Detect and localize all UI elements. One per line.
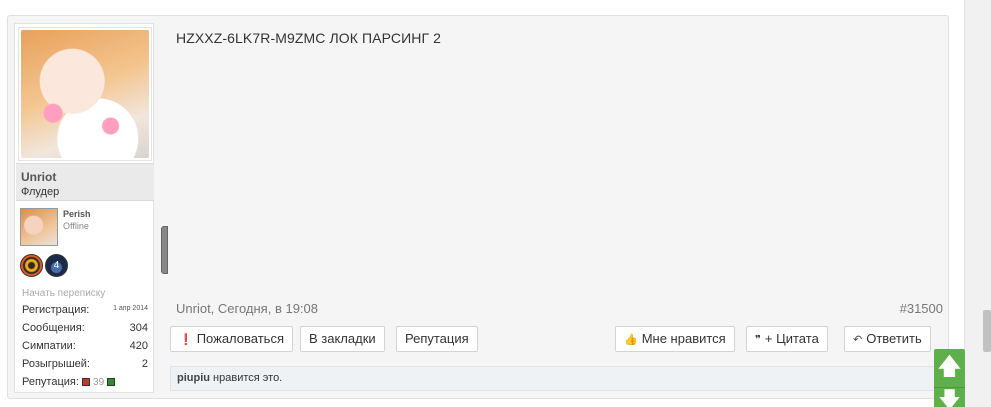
- reputation-value: 39: [93, 377, 105, 388]
- post-author-date[interactable]: Unriot, Сегодня, в 19:08: [176, 301, 318, 316]
- reply-icon: ↶: [853, 334, 863, 346]
- stat-giveaways: Розыгрышей: 2: [22, 358, 148, 376]
- side-panel-toggle[interactable]: [161, 226, 168, 274]
- reputation-label: Репутация: [405, 331, 469, 346]
- stat-likes: Симпатии: 420: [22, 340, 148, 358]
- reputation-plus-icon[interactable]: [107, 378, 116, 387]
- reply-button[interactable]: ↶ Ответить: [844, 326, 931, 352]
- stat-registration: Регистрация: 1 апр 2014: [22, 304, 148, 322]
- reputation-button[interactable]: Репутация: [396, 326, 478, 352]
- thumbs-up-icon: 👍: [624, 334, 638, 346]
- scroll-to-top-icon[interactable]: 🡅: [934, 349, 965, 387]
- scroll-to-bottom-icon[interactable]: 🡇: [934, 387, 965, 407]
- quote-label: + Цитата: [764, 331, 819, 346]
- user-name[interactable]: Unriot: [21, 170, 154, 184]
- user-avatar[interactable]: [18, 27, 152, 161]
- stat-value: 2: [141, 358, 148, 370]
- stat-label: Регистрация:: [22, 304, 90, 316]
- related-user-status: Offline: [63, 221, 89, 231]
- reply-label: Ответить: [866, 331, 922, 346]
- quote-button[interactable]: ❞ + Цитата: [746, 326, 828, 352]
- scrollbar-thumb[interactable]: [983, 310, 991, 352]
- quote-icon: ❞: [755, 334, 761, 346]
- award-badge-icon[interactable]: [20, 254, 43, 277]
- stat-messages: Сообщения: 304: [22, 322, 148, 340]
- liker-name[interactable]: piupiu: [177, 372, 210, 384]
- user-panel: Unriot Флудер Perish Offline 4 Начать пе…: [14, 23, 168, 394]
- stat-value: 1 апр 2014: [113, 305, 148, 312]
- start-conversation-link[interactable]: Начать переписку: [22, 288, 105, 299]
- user-title: Флудер: [21, 186, 60, 198]
- stat-label: Симпатии:: [22, 340, 76, 352]
- stat-reputation: Репутация: 39: [22, 376, 148, 394]
- like-button[interactable]: 👍 Мне нравится: [615, 326, 735, 352]
- warning-icon: ❗: [179, 334, 193, 346]
- related-user-name[interactable]: Perish: [63, 209, 91, 219]
- report-label: Пожаловаться: [196, 331, 284, 346]
- stat-label: Сообщения:: [22, 322, 85, 334]
- related-user-avatar[interactable]: [20, 208, 58, 246]
- user-name-block: Unriot Флудер: [16, 163, 154, 201]
- stat-value: 420: [129, 340, 148, 352]
- stat-label: Репутация: 39: [22, 376, 116, 388]
- like-label: Мне нравится: [641, 331, 726, 346]
- stat-label: Розыгрышей:: [22, 358, 90, 370]
- report-button[interactable]: ❗ Пожаловаться: [170, 326, 293, 352]
- user-stats: Регистрация: 1 апр 2014 Сообщения: 304 С…: [22, 304, 148, 394]
- award-badge-icon[interactable]: 4: [45, 254, 68, 277]
- bookmark-button[interactable]: В закладки: [300, 326, 385, 352]
- stat-label-text: Репутация:: [22, 376, 79, 388]
- likes-text: нравится это.: [210, 372, 283, 384]
- avatar-image: [21, 30, 149, 158]
- stat-value[interactable]: 304: [130, 322, 148, 334]
- post-permalink[interactable]: #31500: [900, 301, 943, 316]
- likes-summary: piupiu нравится это.: [170, 366, 942, 391]
- reputation-minus-icon[interactable]: [81, 378, 90, 387]
- bookmark-label: В закладки: [309, 331, 376, 346]
- post-message: HZXXZ-6LK7R-M9ZMC ЛОК ПАРСИНГ 2: [176, 30, 442, 46]
